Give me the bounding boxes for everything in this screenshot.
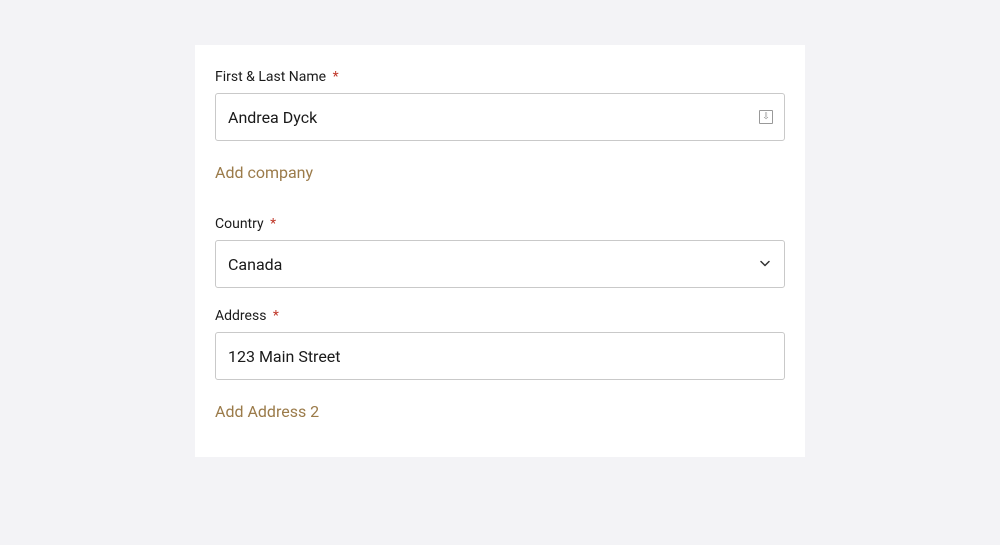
address-field-group: Address * <box>215 308 785 380</box>
required-asterisk: * <box>333 69 339 85</box>
address-label-text: Address <box>215 308 266 324</box>
country-field-group: Country * Canada <box>215 216 785 288</box>
country-select-wrap: Canada <box>215 240 785 288</box>
country-label-text: Country <box>215 216 264 232</box>
address-label: Address * <box>215 308 785 324</box>
name-field-group: First & Last Name * ⇩ <box>215 69 785 141</box>
add-address2-button[interactable]: Add Address 2 <box>215 402 319 421</box>
required-asterisk: * <box>273 308 279 324</box>
name-input-wrap: ⇩ <box>215 93 785 141</box>
address-input-wrap <box>215 332 785 380</box>
name-label-text: First & Last Name <box>215 69 326 85</box>
form-card: First & Last Name * ⇩ Add company Countr… <box>195 45 805 457</box>
required-asterisk: * <box>270 216 276 232</box>
country-label: Country * <box>215 216 785 232</box>
country-select[interactable]: Canada <box>215 240 785 288</box>
name-label: First & Last Name * <box>215 69 785 85</box>
address-input[interactable] <box>215 332 785 380</box>
add-company-button[interactable]: Add company <box>215 163 313 182</box>
name-input[interactable] <box>215 93 785 141</box>
